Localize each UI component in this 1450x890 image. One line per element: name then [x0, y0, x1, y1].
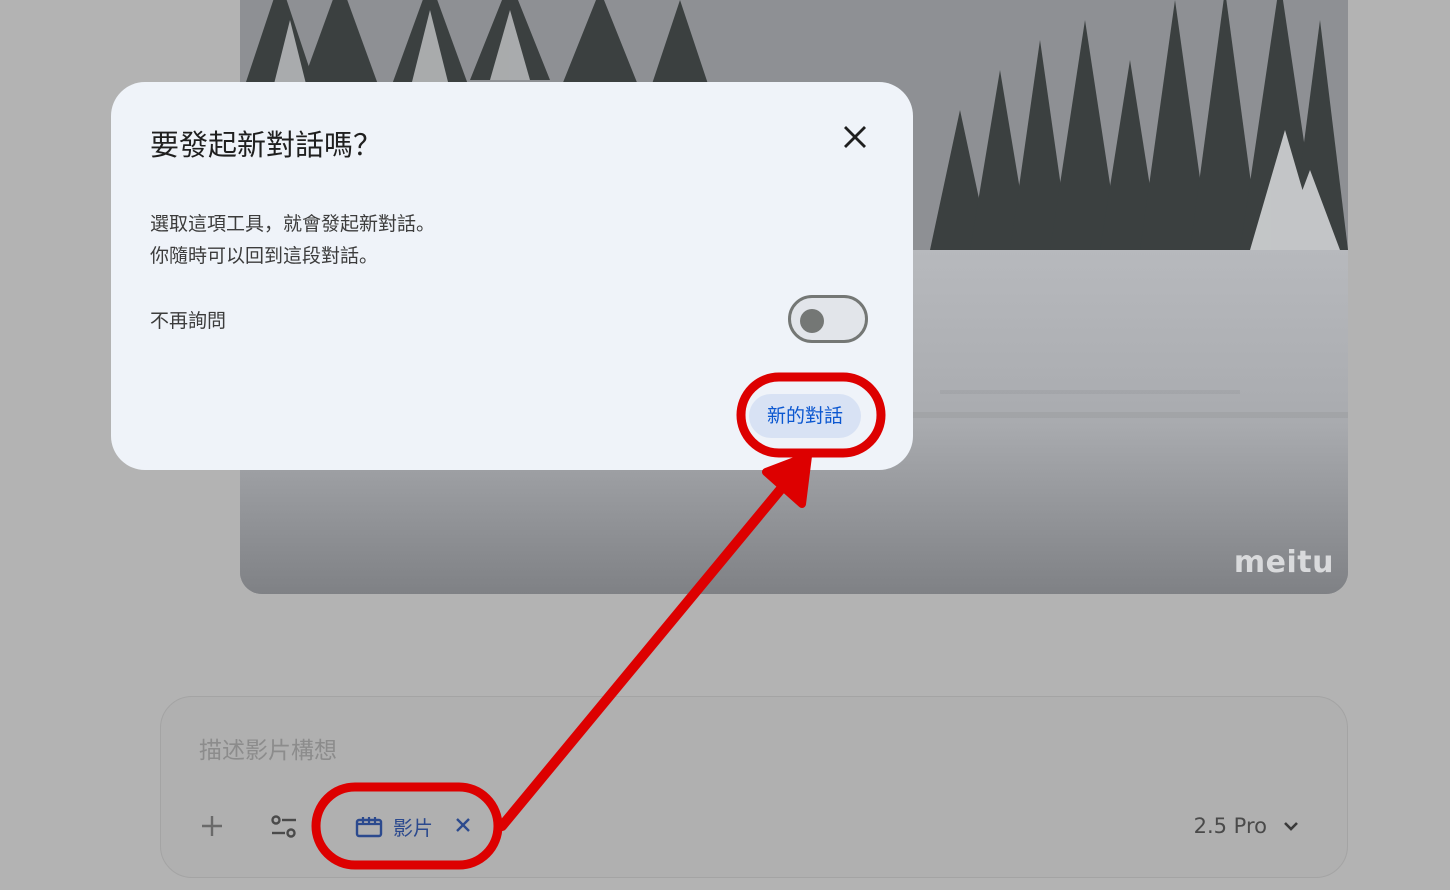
tools-button[interactable]: [269, 812, 299, 842]
chip-remove-button[interactable]: [455, 814, 471, 839]
close-icon: [456, 817, 470, 832]
watermark: meitu: [1233, 545, 1334, 580]
model-selector[interactable]: 2.5 Pro: [1194, 809, 1307, 843]
dont-ask-toggle[interactable]: [788, 295, 868, 343]
dialog-body-line2: 你隨時可以回到這段對話。: [150, 245, 379, 267]
model-label: 2.5 Pro: [1193, 814, 1267, 838]
plus-icon: [202, 816, 222, 836]
chevron-down-icon: [1284, 822, 1298, 831]
close-icon: [844, 126, 866, 148]
dialog-title: 要發起新對話嗎？: [150, 128, 383, 162]
new-chat-dialog: 要發起新對話嗎？ 選取這項工具，就會發起新對話。 你隨時可以回到這段對話。 不再…: [111, 82, 913, 470]
dialog-body-line1: 選取這項工具，就會發起新對話。: [150, 213, 436, 235]
prompt-placeholder[interactable]: 描述影片構想: [199, 731, 337, 765]
video-chip-label: 影片: [393, 815, 433, 840]
video-tool-chip[interactable]: 影片: [345, 809, 481, 843]
prompt-composer[interactable]: 描述影片構想 影片 2.5 Pro: [160, 696, 1348, 878]
dialog-body: 選取這項工具，就會發起新對話。 你隨時可以回到這段對話。: [150, 208, 435, 272]
new-chat-button[interactable]: 新的對話: [749, 394, 861, 438]
composer-toolbar: 影片 2.5 Pro: [197, 809, 1307, 849]
tune-icon: [271, 815, 296, 838]
add-button[interactable]: [197, 811, 227, 841]
dialog-close-button[interactable]: [837, 120, 873, 156]
dont-ask-label: 不再詢問: [150, 310, 227, 332]
clapperboard-icon: [355, 817, 383, 838]
toggle-knob: [800, 309, 824, 333]
